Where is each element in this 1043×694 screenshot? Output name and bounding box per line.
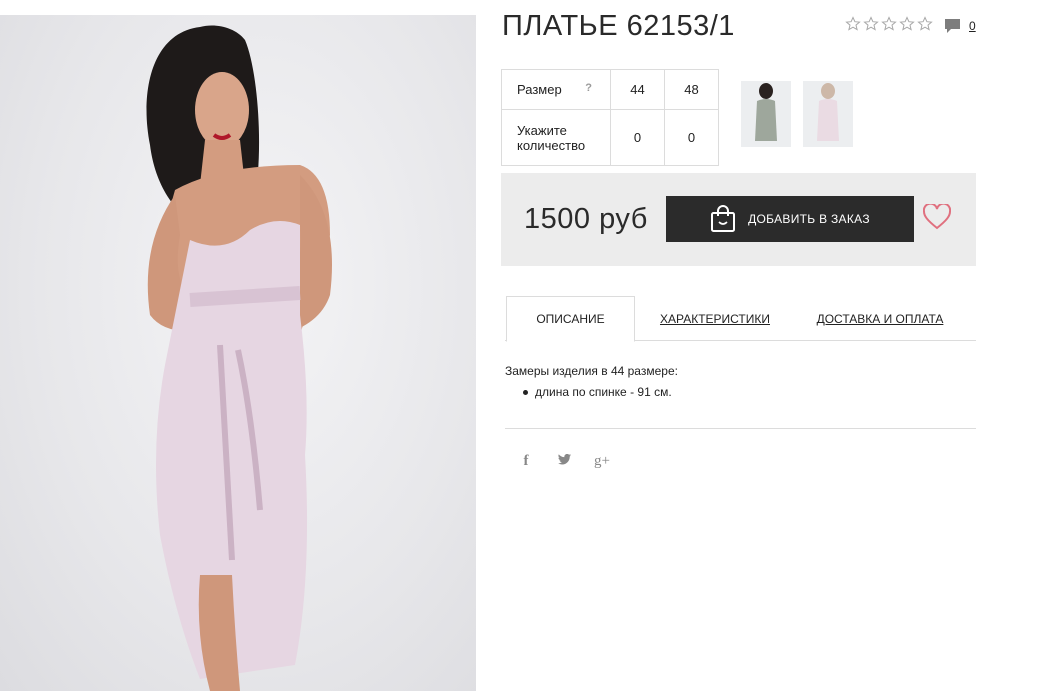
list-item: длина по спинке - 91 см. (523, 385, 678, 399)
heart-icon[interactable] (923, 204, 951, 230)
size-label: Размер (517, 82, 562, 97)
comment-icon (945, 19, 960, 33)
tab-description[interactable]: ОПИСАНИЕ (506, 296, 635, 342)
reviews-count[interactable]: 0 (969, 19, 976, 33)
tab-delivery-payment[interactable]: ДОСТАВКА И ОПЛАТА (810, 296, 950, 341)
social-share: f g+ (517, 453, 611, 470)
description-panel: Замеры изделия в 44 размере: длина по сп… (505, 364, 678, 399)
quantity-input-44[interactable]: 0 (610, 109, 665, 166)
thumbnail-image (755, 83, 777, 141)
product-tabs: ОПИСАНИЕ ХАРАКТЕРИСТИКИ ДОСТАВКА И ОПЛАТ… (505, 296, 976, 342)
thumbnail-image (817, 83, 839, 141)
star-icon[interactable] (845, 16, 861, 32)
size-help-icon[interactable]: ? (585, 82, 592, 94)
shopping-bag-icon (711, 205, 736, 232)
product-title: ПЛАТЬЕ 62153/1 (502, 10, 735, 42)
model-in-dress-illustration (146, 25, 332, 691)
description-intro: Замеры изделия в 44 размере: (505, 364, 678, 378)
star-icon[interactable] (863, 16, 879, 32)
tab-description-label: ОПИСАНИЕ (536, 312, 605, 326)
add-to-order-button[interactable]: ДОБАВИТЬ В ЗАКАЗ (666, 196, 914, 242)
tab-characteristics-label: ХАРАКТЕРИСТИКИ (659, 311, 770, 326)
thumbnail-pink-dress[interactable] (803, 81, 853, 147)
product-main-photo[interactable] (0, 15, 476, 691)
buy-panel: 1500 руб ДОБАВИТЬ В ЗАКАЗ (501, 173, 976, 266)
quantity-label: Укажите количество (501, 109, 611, 166)
quantity-label-line1: Укажите (517, 122, 567, 138)
size-option-48: 48 (664, 69, 719, 110)
thumbnail-sage-dress[interactable] (741, 81, 791, 147)
price: 1500 руб (524, 203, 648, 235)
tab-characteristics[interactable]: ХАРАКТЕРИСТИКИ (655, 296, 775, 341)
size-label-cell: Размер ? (501, 69, 611, 110)
size-table: Размер ? 44 48 Укажите количество 0 0 (501, 69, 719, 166)
google-plus-icon[interactable]: g+ (593, 453, 611, 470)
quantity-label-line2: количество (517, 137, 586, 153)
star-icon[interactable] (899, 16, 915, 32)
measurements-list: длина по спинке - 91 см. (505, 385, 678, 399)
quantity-input-48[interactable]: 0 (664, 109, 719, 166)
tab-delivery-label: ДОСТАВКА И ОПЛАТА (816, 311, 944, 326)
star-icon[interactable] (881, 16, 897, 32)
rating-stars[interactable] (845, 16, 933, 32)
reviews-link[interactable]: 0 (944, 18, 976, 34)
twitter-icon[interactable] (555, 453, 573, 470)
add-to-order-label: ДОБАВИТЬ В ЗАКАЗ (748, 212, 870, 226)
star-icon[interactable] (917, 16, 933, 32)
facebook-icon[interactable]: f (517, 453, 535, 470)
size-option-44: 44 (610, 69, 665, 110)
divider (505, 428, 976, 429)
